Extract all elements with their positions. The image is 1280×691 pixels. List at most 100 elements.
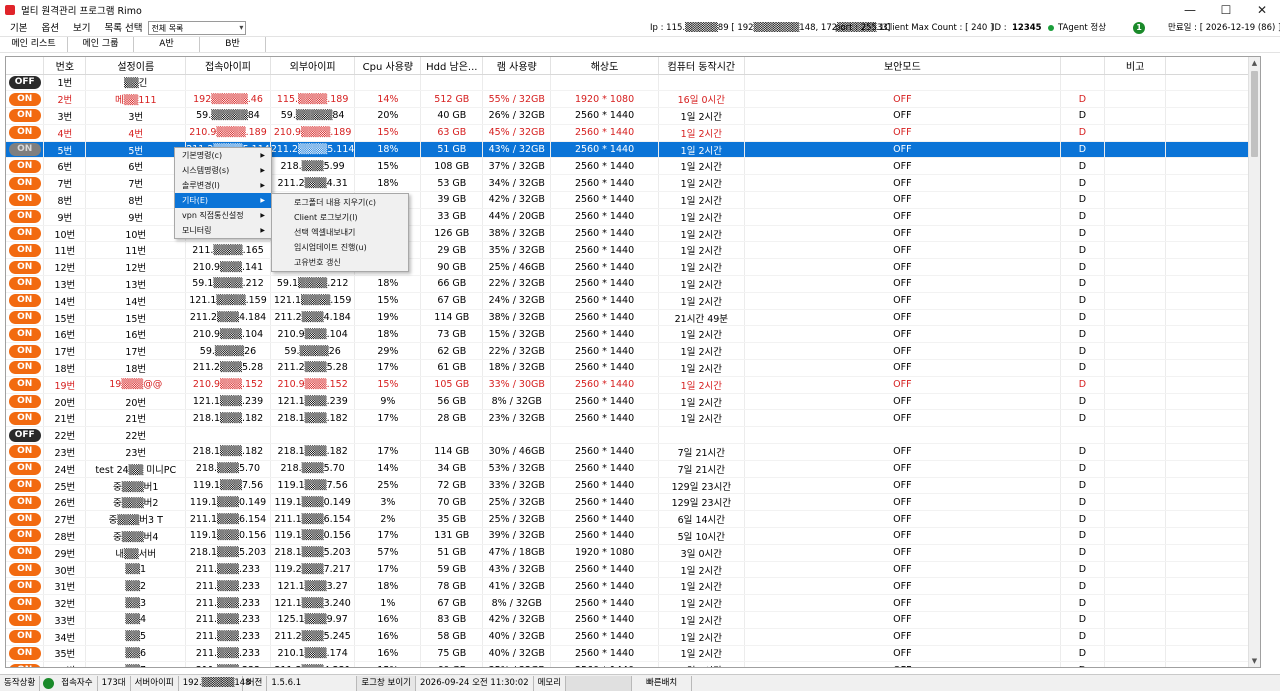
column-header[interactable]: 접속아이피 (185, 57, 271, 75)
submenu-item[interactable]: 임시업데이트 진행(u) (272, 240, 408, 255)
menu-view[interactable]: 보기 (66, 20, 97, 37)
status-cell[interactable]: ON (6, 342, 45, 361)
table-row[interactable]: ON 14번 14번 121.1▒▒▒▒.159 121.1▒▒▒▒.159 15% 67 … (6, 292, 1260, 310)
table-row[interactable]: ON 34번 ▒▒5 211.▒▒▒.233 211.2▒▒▒5.245 16% 58 GB… (6, 628, 1260, 646)
table-row[interactable]: ON 15번 15번 211.2▒▒▒4.184 211.2▒▒▒4.184 19% 114… (6, 309, 1260, 327)
status-cell[interactable]: ON (6, 628, 45, 646)
status-cell[interactable]: ON (6, 544, 45, 562)
status-badge[interactable]: ON (8, 176, 41, 190)
status-cell[interactable]: ON (6, 90, 45, 109)
status-badge[interactable]: ON (8, 613, 41, 627)
table-row[interactable]: ON 12번 12번 210.9▒▒▒.141 90 GB 25% / 46GB 2560 … (6, 258, 1260, 277)
table-row[interactable]: ON 16번 16번 210.9▒▒▒.104 210.9▒▒▒.104 18% 73 GB… (6, 325, 1260, 344)
status-badge[interactable]: ON (8, 92, 41, 106)
status-cell[interactable]: ON (6, 157, 45, 176)
status-badge[interactable]: ON (8, 277, 41, 291)
status-cell[interactable]: ON (6, 577, 45, 596)
column-header[interactable]: 해상도 (550, 57, 659, 75)
tab-a[interactable]: A반 (134, 37, 200, 52)
table-row[interactable]: ON 35번 ▒▒6 211.▒▒▒.233 210.1▒▒▒.174 16% 75 GB 4… (6, 645, 1260, 663)
status-badge[interactable]: ON (8, 445, 41, 459)
column-header[interactable]: 외부아이피 (270, 57, 356, 75)
status-badge[interactable]: ON (8, 596, 41, 610)
status-badge[interactable]: ON (8, 260, 41, 274)
status-cell[interactable]: ON (6, 174, 45, 193)
status-cell[interactable]: ON (6, 124, 45, 142)
status-cell[interactable]: ON (6, 107, 45, 125)
table-row[interactable]: ON 33번 ▒▒4 211.▒▒▒.233 125.1▒▒▒9.97 16% 83 GB 4… (6, 611, 1260, 629)
column-header[interactable]: Cpu 사용량 (354, 57, 422, 75)
status-cell[interactable]: ON (6, 292, 45, 310)
table-row[interactable]: ON 11번 11번 211.▒▒▒▒.165 29 GB 35% / 32GB 2560 … (6, 241, 1260, 260)
status-badge[interactable]: OFF (8, 428, 41, 442)
status-badge[interactable]: OFF (8, 75, 41, 89)
table-row[interactable]: ON 32번 ▒▒3 211.▒▒▒.233 121.1▒▒▒3.240 1% 67 GB 8… (6, 594, 1260, 612)
status-badge[interactable]: ON (8, 495, 41, 509)
column-header[interactable]: 설정이름 (85, 57, 187, 75)
status-cell[interactable]: ON (6, 309, 45, 327)
submenu-item[interactable]: 고유번호 갱신 (272, 255, 408, 270)
status-badge[interactable]: ON (8, 529, 41, 543)
column-header[interactable]: 컴퓨터 동작시간 (658, 57, 745, 75)
maximize-button[interactable]: ☐ (1208, 0, 1244, 20)
menu-options[interactable]: 옵션 (34, 20, 65, 37)
status-cell[interactable]: OFF (6, 74, 45, 92)
column-header[interactable]: Hdd 남은... (420, 57, 484, 75)
status-badge[interactable]: ON (8, 327, 41, 341)
column-header[interactable]: 보안모드 (744, 57, 1062, 75)
column-header[interactable] (6, 57, 45, 75)
status-badge[interactable]: ON (8, 143, 41, 157)
table-row[interactable]: ON 4번 4번 210.9▒▒▒▒.189 210.9▒▒▒▒.189 15% 63 GB… (6, 124, 1260, 142)
status-cell[interactable]: OFF (6, 426, 45, 445)
status-cell[interactable]: ON (6, 325, 45, 344)
scroll-down-icon[interactable]: ▼ (1249, 655, 1260, 667)
status-badge[interactable]: ON (8, 395, 41, 409)
status-badge[interactable]: ON (8, 411, 41, 425)
table-row[interactable]: ON 2번 메▒▒111 192▒▒▒▒▒.46 115.▒▒▒▒.189 14% 512 … (6, 90, 1260, 109)
context-menu-item[interactable]: vpn 직접통신설정 ▶ (175, 208, 271, 223)
status-cell[interactable]: ON (6, 493, 45, 512)
tab-b[interactable]: B반 (200, 37, 266, 52)
table-row[interactable]: OFF 1번 ▒▒긴 (6, 74, 1260, 92)
table-row[interactable]: ON 28번 중▒▒▒버4 119.1▒▒▒0.156 119.1▒▒▒0.156 17%… (6, 527, 1260, 545)
notification-badge[interactable]: 1 (1133, 22, 1145, 35)
submenu-item[interactable]: 선택 엑셀내보내기 (272, 225, 408, 240)
status-badge[interactable]: ON (8, 193, 41, 207)
status-badge[interactable]: ON (8, 294, 41, 308)
status-cell[interactable]: ON (6, 359, 45, 377)
table-row[interactable]: OFF 22번 22번 (6, 426, 1260, 445)
show-log-button[interactable]: 로그창 보이기 (357, 675, 416, 691)
status-badge[interactable]: ON (8, 159, 41, 173)
status-cell[interactable]: ON (6, 561, 45, 579)
status-cell[interactable]: ON (6, 477, 45, 495)
table-row[interactable]: ON 26번 중▒▒▒버2 119.1▒▒▒0.149 119.1▒▒▒0.149 3% 7… (6, 493, 1260, 512)
column-header[interactable] (1165, 57, 1260, 75)
status-cell[interactable]: ON (6, 393, 45, 411)
status-cell[interactable]: ON (6, 661, 45, 667)
status-badge[interactable]: ON (8, 512, 41, 526)
tab-main-group[interactable]: 메인 그룹 (68, 37, 134, 52)
column-header[interactable]: 램 사용량 (482, 57, 552, 75)
status-badge[interactable]: ON (8, 361, 41, 375)
status-badge[interactable]: ON (8, 344, 41, 358)
status-badge[interactable]: ON (8, 479, 41, 493)
status-cell[interactable]: ON (6, 191, 45, 209)
status-badge[interactable]: ON (8, 311, 41, 325)
status-badge[interactable]: ON (8, 546, 41, 560)
table-row[interactable]: ON 23번 23번 218.1▒▒▒.182 218.1▒▒▒.182 17% 114 G… (6, 443, 1260, 461)
scroll-thumb[interactable] (1251, 71, 1258, 157)
status-cell[interactable]: ON (6, 141, 45, 159)
column-header[interactable]: 비고 (1104, 57, 1167, 75)
status-cell[interactable]: ON (6, 409, 45, 428)
vertical-scrollbar[interactable]: ▲ ▼ (1248, 57, 1260, 667)
close-button[interactable]: ✕ (1244, 0, 1280, 20)
column-header[interactable] (1060, 57, 1105, 75)
status-badge[interactable]: ON (8, 646, 41, 660)
status-badge[interactable]: ON (8, 630, 41, 644)
status-cell[interactable]: ON (6, 258, 45, 277)
menu-basic[interactable]: 기본 (3, 20, 34, 37)
status-cell[interactable]: ON (6, 611, 45, 629)
status-badge[interactable]: ON (8, 663, 41, 667)
table-row[interactable]: ON 30번 ▒▒1 211.▒▒▒.233 119.2▒▒▒7.217 17% 59 GB… (6, 561, 1260, 579)
table-row[interactable]: ON 25번 중▒▒▒버1 119.1▒▒▒7.56 119.1▒▒▒7.56 25% 72… (6, 477, 1260, 495)
